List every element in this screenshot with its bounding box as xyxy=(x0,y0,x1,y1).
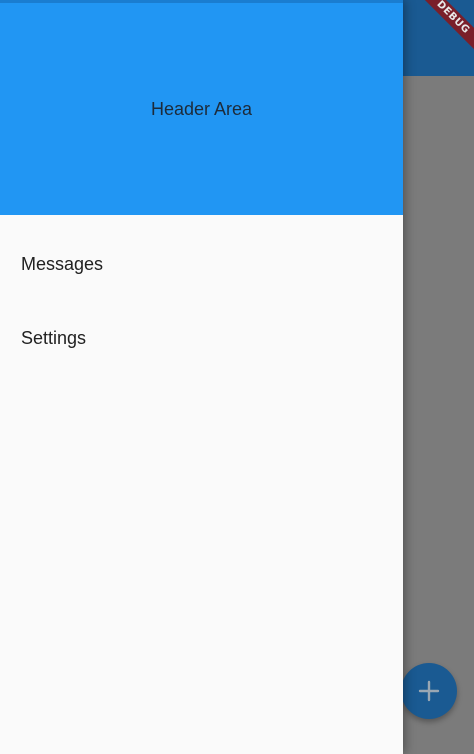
drawer-item-label: Settings xyxy=(21,327,87,348)
drawer-item-settings[interactable]: Settings xyxy=(0,301,403,375)
debug-banner: DEBUG xyxy=(414,0,474,60)
drawer-item-label: Messages xyxy=(21,253,104,274)
screen: DEBUG Header Area Messages Settings xyxy=(0,0,474,754)
drawer-header-title: Header Area xyxy=(150,98,253,119)
add-icon xyxy=(418,680,440,702)
drawer-header: Header Area xyxy=(0,0,403,215)
drawer-item-messages[interactable]: Messages xyxy=(0,227,403,301)
add-fab-button[interactable] xyxy=(401,663,457,719)
navigation-drawer: Header Area Messages Settings xyxy=(0,0,403,754)
drawer-list: Messages Settings xyxy=(0,215,403,375)
debug-banner-label: DEBUG xyxy=(415,0,474,55)
